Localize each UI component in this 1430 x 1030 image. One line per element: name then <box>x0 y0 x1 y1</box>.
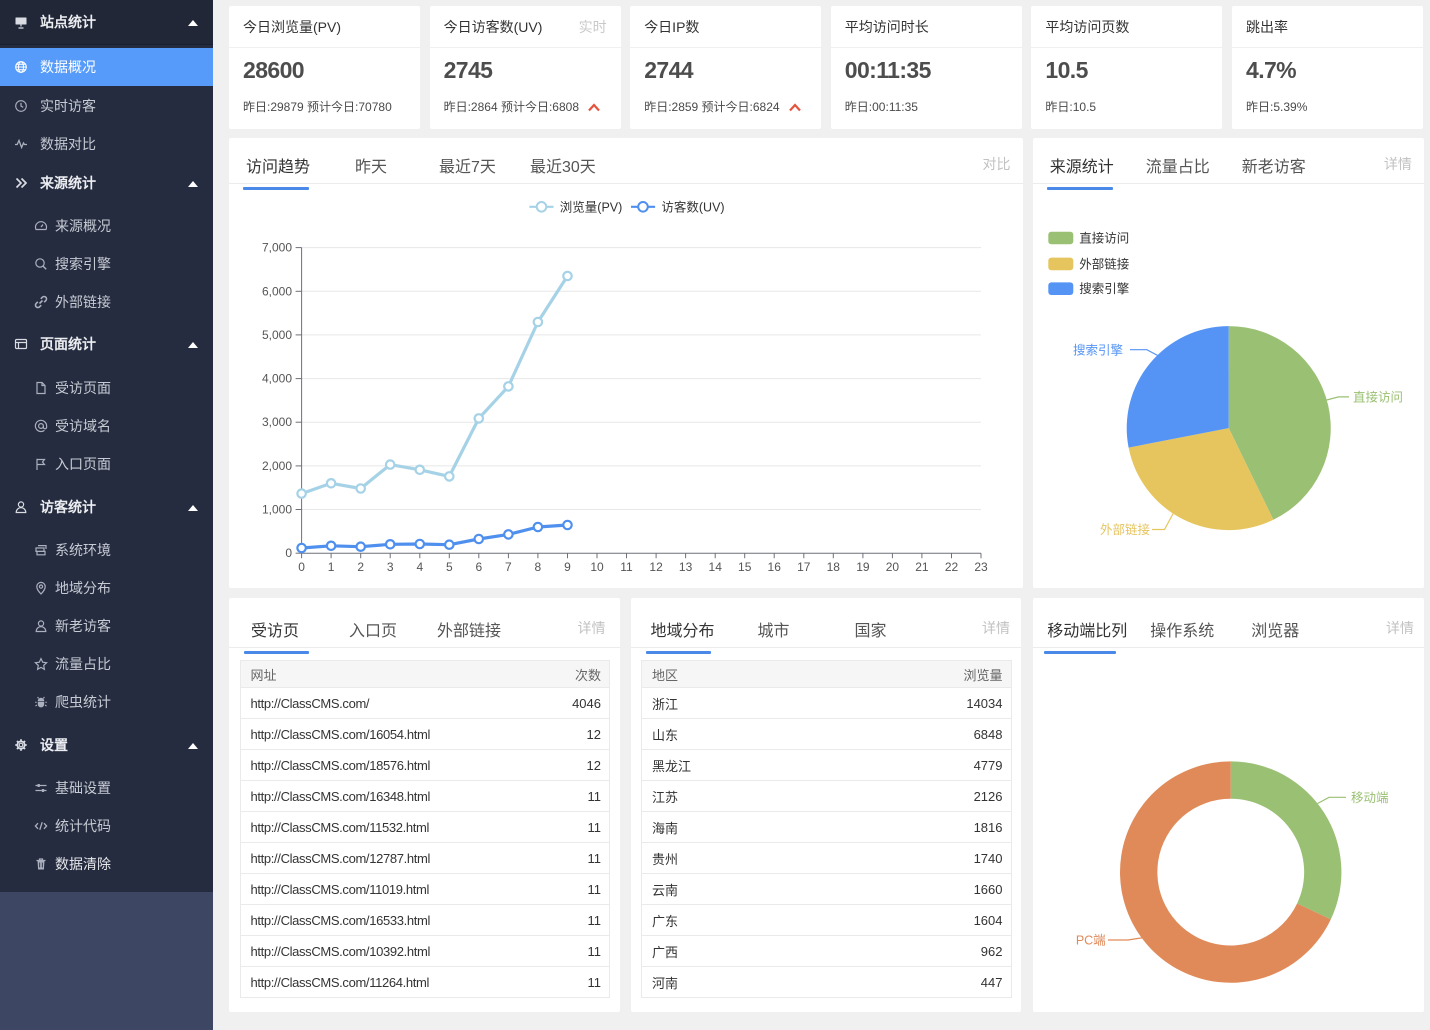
svg-text:直接访问: 直接访问 <box>1079 231 1129 246</box>
svg-text:浏览量(PV): 浏览量(PV) <box>560 199 623 214</box>
svg-text:20: 20 <box>886 560 900 574</box>
svg-text:23: 23 <box>974 560 988 574</box>
svg-text:12: 12 <box>649 560 663 574</box>
svg-text:外部链接: 外部链接 <box>1100 522 1151 537</box>
svg-text:3: 3 <box>387 560 394 574</box>
svg-text:19: 19 <box>856 560 870 574</box>
svg-text:16: 16 <box>768 560 782 574</box>
svg-text:1: 1 <box>328 560 335 574</box>
svg-text:2,000: 2,000 <box>262 459 292 473</box>
svg-text:0: 0 <box>285 546 292 560</box>
svg-text:外部链接: 外部链接 <box>1079 256 1130 271</box>
svg-text:5,000: 5,000 <box>262 328 292 342</box>
svg-text:6: 6 <box>475 560 482 574</box>
svg-text:2: 2 <box>357 560 364 574</box>
svg-text:PC端: PC端 <box>1076 933 1106 947</box>
svg-text:访客数(UV): 访客数(UV) <box>661 199 724 214</box>
svg-text:移动端: 移动端 <box>1351 791 1389 805</box>
svg-text:17: 17 <box>797 560 811 574</box>
svg-text:5: 5 <box>446 560 453 574</box>
svg-text:3,000: 3,000 <box>262 415 292 429</box>
svg-text:1,000: 1,000 <box>262 503 292 517</box>
svg-text:14: 14 <box>709 560 723 574</box>
svg-text:7: 7 <box>505 560 512 574</box>
svg-text:6,000: 6,000 <box>262 284 292 298</box>
svg-text:4: 4 <box>416 560 423 574</box>
svg-text:13: 13 <box>679 560 693 574</box>
svg-text:搜索引擎: 搜索引擎 <box>1079 281 1129 296</box>
svg-text:4,000: 4,000 <box>262 372 292 386</box>
svg-text:11: 11 <box>620 560 633 574</box>
svg-text:7,000: 7,000 <box>262 241 292 255</box>
svg-text:10: 10 <box>590 560 604 574</box>
svg-text:15: 15 <box>738 560 752 574</box>
svg-text:0: 0 <box>298 560 305 574</box>
svg-text:直接访问: 直接访问 <box>1353 390 1403 405</box>
svg-text:9: 9 <box>564 560 571 574</box>
svg-text:22: 22 <box>945 560 959 574</box>
svg-text:8: 8 <box>535 560 542 574</box>
svg-text:18: 18 <box>827 560 841 574</box>
svg-text:搜索引擎: 搜索引擎 <box>1073 343 1123 358</box>
svg-text:21: 21 <box>915 560 929 574</box>
